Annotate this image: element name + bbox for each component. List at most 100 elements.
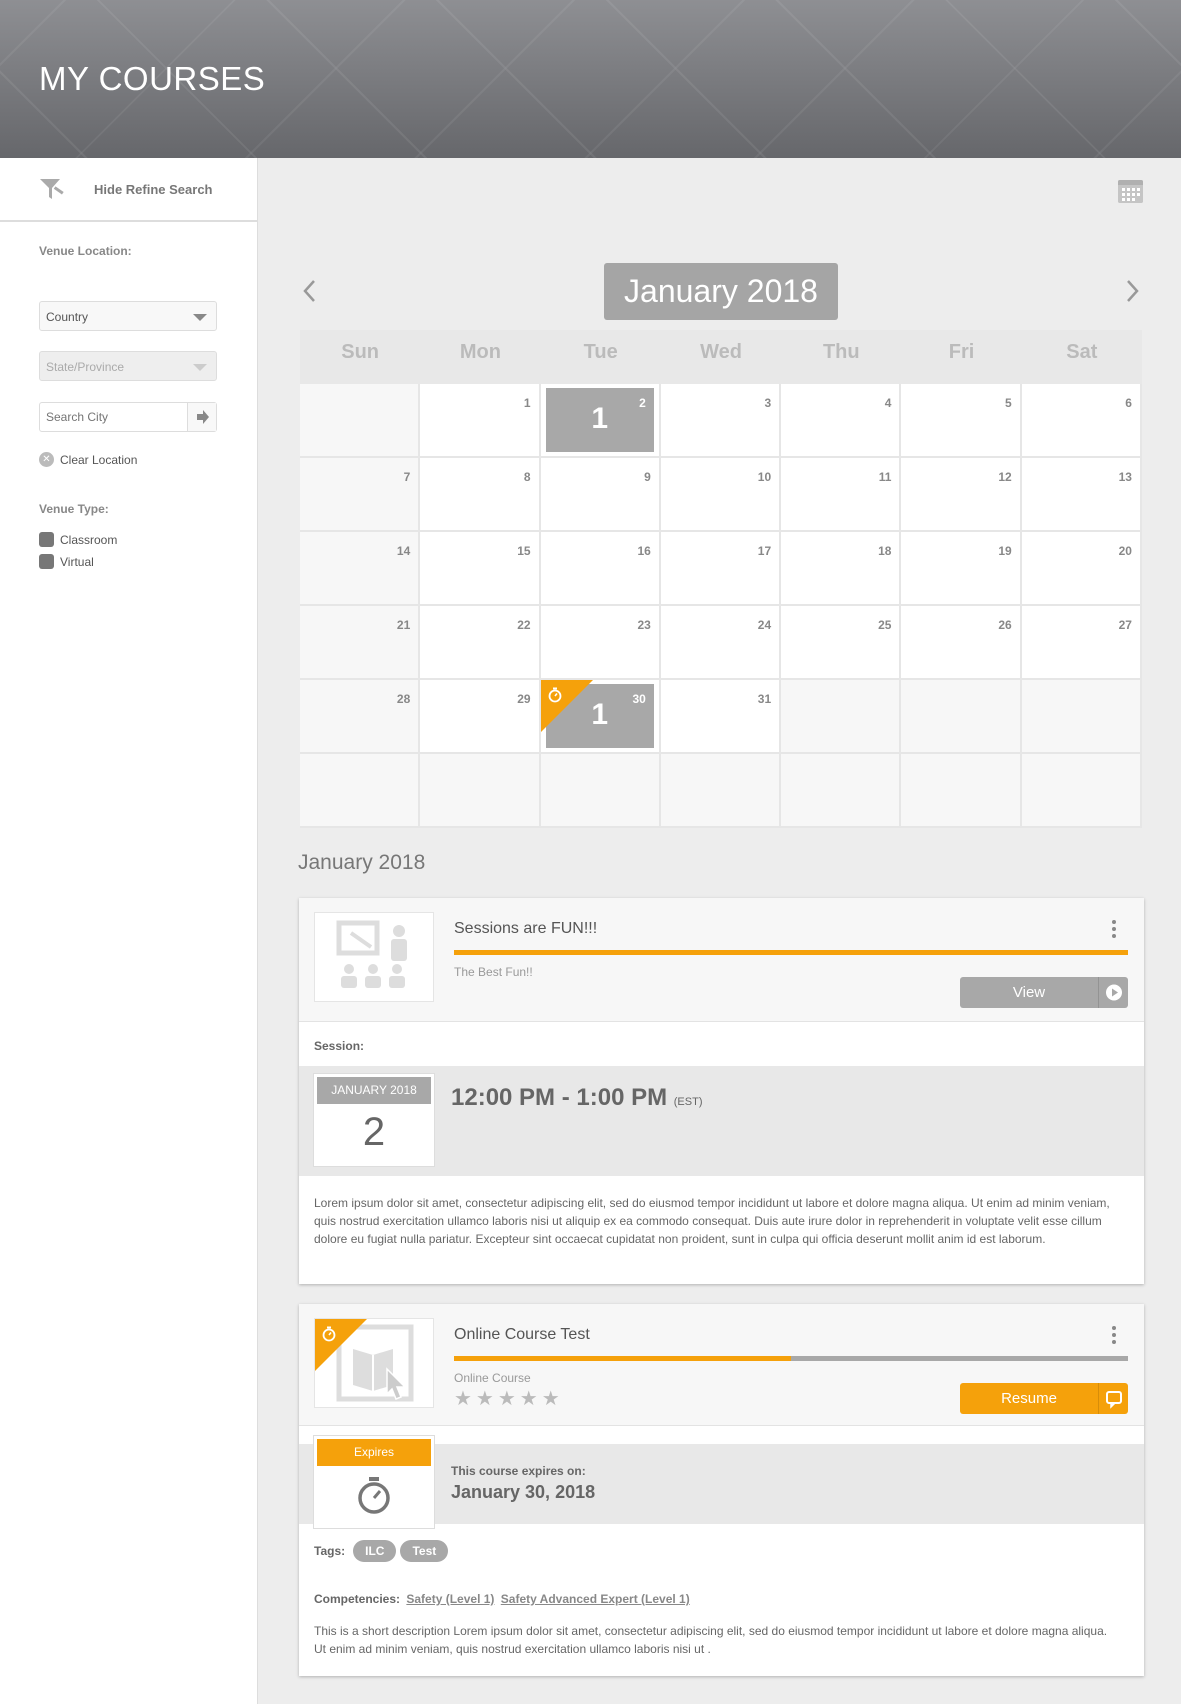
- course-subtitle: The Best Fun!!: [454, 965, 533, 979]
- tag-chip[interactable]: Test: [400, 1540, 449, 1562]
- calendar-day-cell[interactable]: 20: [1021, 532, 1142, 606]
- calendar-day-cell[interactable]: 18: [781, 532, 902, 606]
- calendar-day-cell[interactable]: 6: [1021, 384, 1142, 458]
- course-subtitle: Online Course: [454, 1371, 531, 1385]
- day-number: 26: [998, 618, 1012, 632]
- calendar-day-cell[interactable]: 27: [1021, 606, 1142, 680]
- country-select[interactable]: Country: [39, 301, 217, 331]
- calendar-day-cell[interactable]: 25: [781, 606, 902, 680]
- competency-link[interactable]: Safety Advanced Expert (Level 1): [501, 1592, 690, 1606]
- view-button[interactable]: View: [960, 977, 1128, 1008]
- calendar-month-title: January 2018: [604, 263, 838, 320]
- calendar-day-cell[interactable]: 1: [420, 384, 541, 458]
- course-title[interactable]: Online Course Test: [454, 1326, 590, 1344]
- progress-bar: [454, 1356, 1128, 1361]
- calendar-day-cell[interactable]: 28: [300, 680, 421, 754]
- hide-refine-search-button[interactable]: Hide Refine Search: [0, 158, 257, 222]
- search-city-field: [39, 402, 217, 432]
- classroom-checkbox[interactable]: Classroom: [39, 532, 117, 547]
- course-description: This is a short description Lorem ipsum …: [314, 1624, 1108, 1656]
- calendar-day-cell[interactable]: 21: [540, 384, 661, 458]
- calendar-day-cell[interactable]: 11: [781, 458, 902, 532]
- day-number: 22: [517, 618, 531, 632]
- calendar-day-cell[interactable]: 7: [300, 458, 421, 532]
- checkbox-icon: [39, 554, 54, 569]
- day-number: 16: [637, 544, 651, 558]
- card-header: Online Course Test Online Course ★★★★★ R…: [299, 1304, 1144, 1426]
- clear-location-button[interactable]: ✕ Clear Location: [39, 452, 137, 467]
- course-thumbnail: [314, 1318, 434, 1408]
- course-title[interactable]: Sessions are FUN!!!: [454, 920, 597, 938]
- calendar-event[interactable]: 21: [545, 388, 654, 452]
- chevron-down-icon: [193, 314, 207, 321]
- calendar-day-cell[interactable]: 17: [660, 532, 782, 606]
- next-month-icon[interactable]: [1122, 278, 1142, 304]
- search-city-go-button[interactable]: [187, 403, 216, 431]
- tag-chip[interactable]: ILC: [353, 1540, 397, 1562]
- day-number: 4: [884, 396, 892, 410]
- previous-month-icon[interactable]: [300, 278, 320, 304]
- page-header: MY COURSES: [0, 0, 1181, 158]
- expires-date: January 30, 2018: [451, 1482, 596, 1502]
- virtual-checkbox[interactable]: Virtual: [39, 554, 94, 569]
- day-number: 7: [403, 470, 411, 484]
- calendar-day-cell[interactable]: 16: [540, 532, 661, 606]
- calendar-day-cell[interactable]: 12: [901, 458, 1022, 532]
- calendar-day-cell[interactable]: 30 1: [540, 680, 661, 754]
- weekday-label: Tue: [583, 341, 618, 363]
- resume-icon: [1098, 1383, 1128, 1414]
- calendar-view-icon[interactable]: [1118, 180, 1143, 203]
- resume-button[interactable]: Resume: [960, 1383, 1128, 1414]
- calendar-empty-cell: [420, 754, 541, 828]
- calendar-day-cell[interactable]: 4: [781, 384, 902, 458]
- virtual-label: Virtual: [60, 554, 94, 569]
- calendar-empty-cell: [901, 754, 1022, 828]
- more-options-icon[interactable]: [1112, 1326, 1116, 1347]
- calendar-day-cell[interactable]: 8: [420, 458, 541, 532]
- session-date-day: 2: [362, 1110, 386, 1154]
- calendar-empty-cell: [300, 384, 421, 458]
- day-number: 14: [396, 544, 411, 558]
- more-options-icon[interactable]: [1112, 920, 1116, 941]
- calendar-day-cell[interactable]: 24: [660, 606, 782, 680]
- day-number: 6: [1125, 396, 1132, 410]
- venue-location-label: Venue Location:: [39, 244, 132, 258]
- calendar-day-cell[interactable]: 26: [901, 606, 1022, 680]
- calendar-day-cell[interactable]: 15: [420, 532, 541, 606]
- chevron-down-icon: [193, 364, 207, 371]
- calendar-day-cell[interactable]: 9: [540, 458, 661, 532]
- view-button-label: View: [1012, 984, 1046, 1001]
- day-number: 27: [1118, 618, 1132, 632]
- calendar-day-cell[interactable]: 29: [420, 680, 541, 754]
- calendar-day-cell[interactable]: 31: [660, 680, 782, 754]
- classroom-presentation-icon: [336, 920, 407, 988]
- calendar-day-cell[interactable]: 23: [540, 606, 661, 680]
- session-date-box: JANUARY 2018 2: [314, 1074, 434, 1166]
- calendar-empty-cell: [901, 680, 1022, 754]
- competency-link[interactable]: Safety (Level 1): [406, 1592, 494, 1606]
- day-number: 17: [757, 544, 772, 558]
- calendar-empty-cell: [1021, 754, 1142, 828]
- calendar-day-cell[interactable]: 19: [901, 532, 1022, 606]
- calendar-day-cell[interactable]: 10: [660, 458, 782, 532]
- rating-stars[interactable]: ★★★★★: [454, 1386, 564, 1411]
- calendar-day-cell[interactable]: 21: [300, 606, 421, 680]
- weekday-header: Sun Mon Tue Wed Thu Fri Sat: [300, 330, 1142, 384]
- day-number: 13: [1118, 470, 1132, 484]
- calendar-day-cell[interactable]: 3: [660, 384, 782, 458]
- calendar-day-cell[interactable]: 14: [300, 532, 421, 606]
- day-number: 8: [523, 470, 531, 484]
- day-number: 29: [517, 692, 531, 706]
- state-province-select[interactable]: State/Province: [39, 351, 217, 381]
- tags-label: Tags:: [314, 1544, 346, 1558]
- competencies-row: Competencies: Safety (Level 1) Safety Ad…: [314, 1592, 690, 1606]
- search-city-input[interactable]: [40, 403, 185, 431]
- day-number: 11: [878, 470, 892, 484]
- day-number: 20: [1118, 544, 1132, 558]
- session-date-month: JANUARY 2018: [317, 1077, 431, 1104]
- calendar-day-cell[interactable]: 22: [420, 606, 541, 680]
- funnel-icon: [40, 179, 64, 199]
- calendar-day-cell[interactable]: 5: [901, 384, 1022, 458]
- expires-label: This course expires on:: [451, 1464, 586, 1478]
- calendar-day-cell[interactable]: 13: [1021, 458, 1142, 532]
